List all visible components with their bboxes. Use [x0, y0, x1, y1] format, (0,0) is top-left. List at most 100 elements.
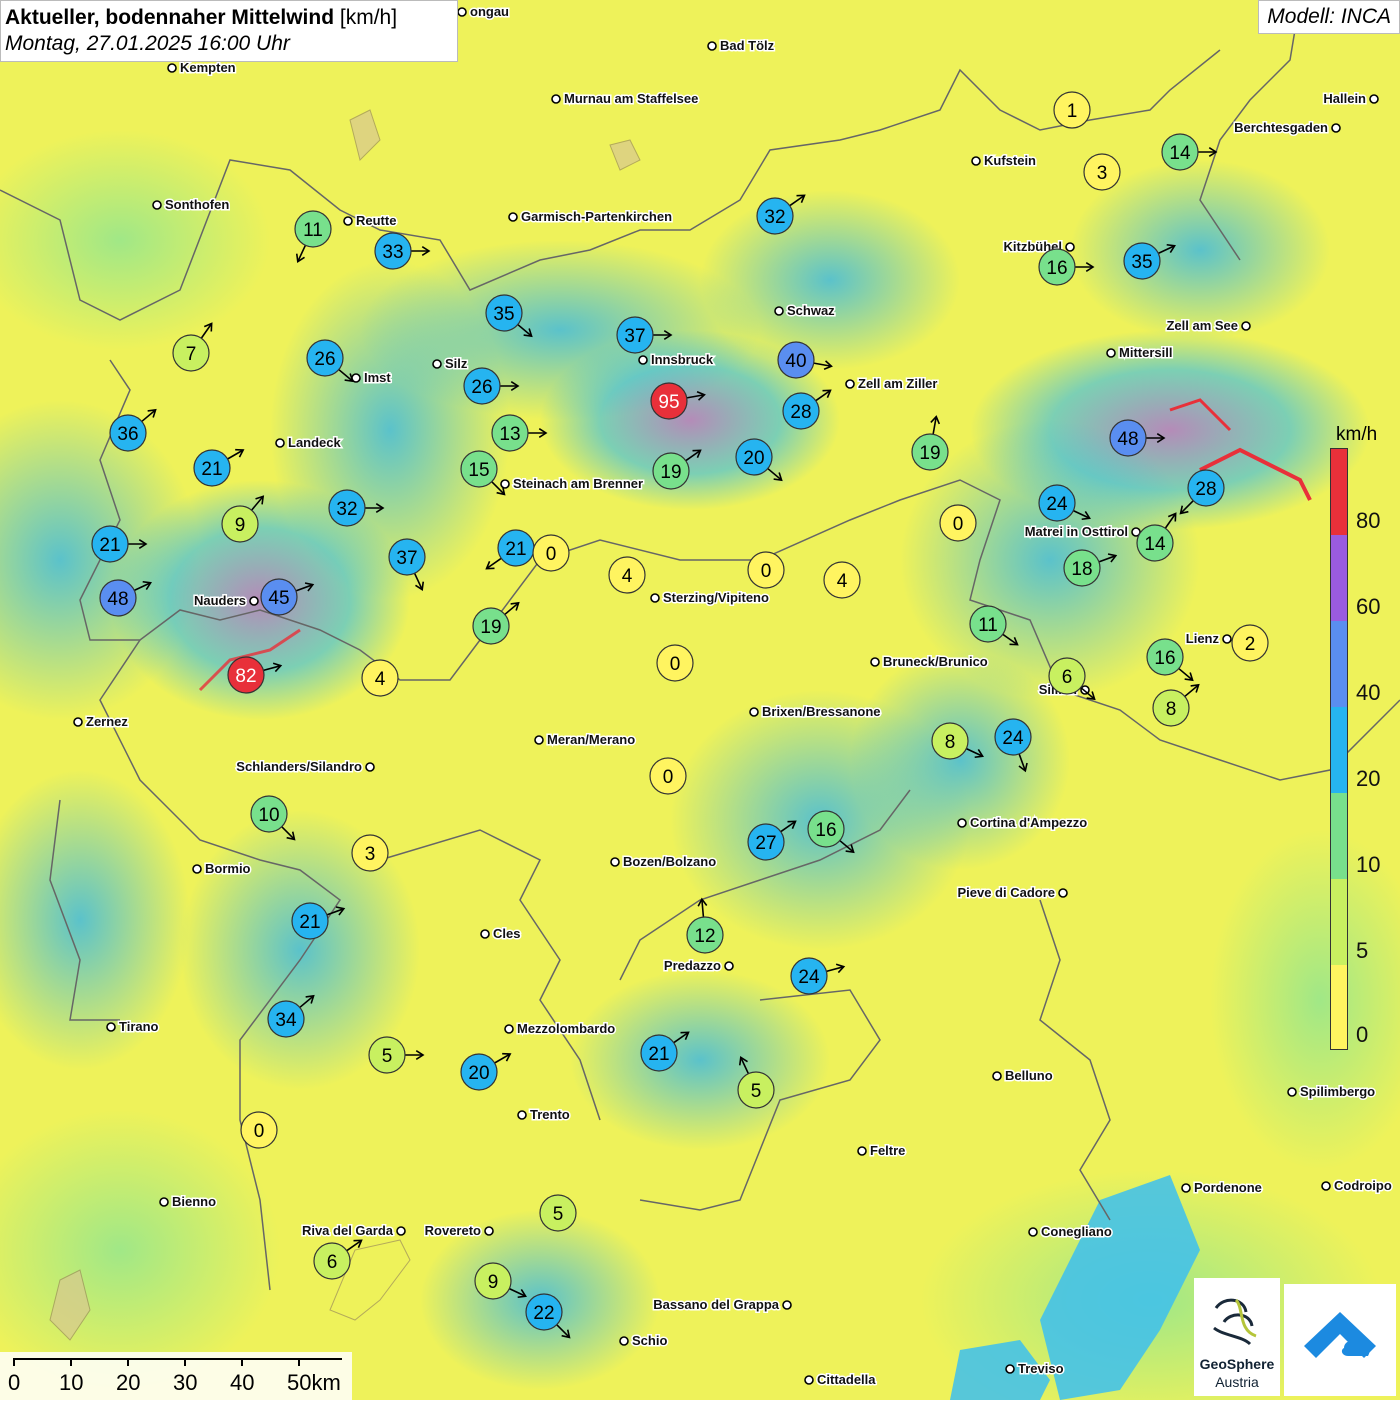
station-value: 9: [488, 1272, 499, 1293]
legend-label: 20: [1356, 766, 1381, 791]
station-value: 1: [1067, 101, 1078, 122]
legend-colorbar: [1330, 448, 1348, 1050]
city-dot: [152, 200, 162, 210]
legend-swatch: [1331, 535, 1347, 621]
logo-line1: GeoSphere: [1199, 1356, 1275, 1372]
station-value: 4: [622, 566, 633, 587]
city-marker: Pieve di Cadore: [956, 884, 1068, 902]
station-value: 0: [761, 561, 772, 582]
city-marker: Murnau am Staffelsee: [551, 90, 700, 108]
city-label: Pieve di Cadore: [957, 885, 1055, 900]
city-label: Cortina d'Ampezzo: [970, 815, 1087, 830]
station-value: 7: [186, 344, 197, 365]
wind-station[interactable]: 3: [351, 834, 389, 872]
city-label: Bormio: [205, 861, 251, 876]
city-label: Cles: [493, 926, 520, 941]
wind-station[interactable]: 0: [649, 757, 687, 795]
station-value: 18: [1071, 559, 1092, 580]
city-dot: [192, 864, 202, 874]
scale-tick: [127, 1358, 129, 1366]
city-dot: [619, 1336, 629, 1346]
wind-station[interactable]: 4: [608, 556, 646, 594]
city-label: Hallein: [1323, 91, 1366, 106]
city-dot: [484, 1226, 494, 1236]
city-label: Spilimbergo: [1300, 1084, 1375, 1099]
wind-station[interactable]: 0: [939, 504, 977, 542]
city-dot: [971, 156, 981, 166]
wind-station[interactable]: 4: [361, 659, 399, 697]
station-value: 13: [499, 424, 520, 445]
station-value: 16: [1046, 258, 1067, 279]
city-dot: [638, 355, 648, 365]
station-value: 21: [201, 459, 222, 480]
station-value: 35: [1131, 252, 1152, 273]
station-value: 21: [505, 539, 526, 560]
station-value: 5: [553, 1204, 564, 1225]
station-value: 0: [663, 767, 674, 788]
city-dot: [106, 1022, 116, 1032]
city-marker: Bassano del Grappa: [652, 1296, 792, 1314]
scale-label: 0: [8, 1370, 21, 1395]
station-value: 9: [235, 515, 246, 536]
city-marker: Schlanders/Silandro: [235, 758, 375, 776]
city-dot: [870, 657, 880, 667]
wind-station[interactable]: 1: [1053, 91, 1091, 129]
city-dot: [1241, 321, 1251, 331]
wind-station[interactable]: 2: [1231, 624, 1269, 662]
city-label: Riva del Garda: [302, 1223, 394, 1238]
city-label: Feltre: [870, 1143, 905, 1158]
legend-swatch: [1331, 621, 1347, 707]
city-dot: [804, 1375, 814, 1385]
city-marker: Sonthofen: [152, 196, 231, 214]
scale-label: 10: [59, 1370, 84, 1395]
city-dot: [534, 735, 544, 745]
city-label: Sterzing/Vipiteno: [663, 590, 769, 605]
station-value: 24: [1002, 728, 1024, 749]
wind-station[interactable]: 0: [240, 1111, 278, 1149]
city-dot: [957, 818, 967, 828]
city-label: Pordenone: [1194, 1180, 1262, 1195]
city-dot: [774, 306, 784, 316]
wind-station[interactable]: 5: [539, 1194, 577, 1232]
wind-station[interactable]: 0: [532, 534, 570, 572]
wind-station[interactable]: 3: [1083, 153, 1121, 191]
station-value: 4: [375, 669, 386, 690]
wind-station[interactable]: 4: [823, 561, 861, 599]
city-label: Zernez: [86, 714, 128, 729]
station-value: 22: [533, 1303, 554, 1324]
legend-swatch: [1331, 879, 1347, 965]
scale-tick: [241, 1358, 243, 1366]
city-label: Landeck: [288, 435, 342, 450]
legend: km/h 80 60 40 20 10 5 0: [1320, 420, 1400, 1060]
scale-tick: [70, 1358, 72, 1366]
title-main-text: Aktueller, bodennaher Mittelwind: [5, 6, 335, 29]
city-dot: [365, 762, 375, 772]
station-value: 11: [978, 615, 998, 636]
city-dot: [396, 1226, 406, 1236]
station-value: 45: [268, 588, 289, 609]
map-title: Aktueller, bodennaher Mittelwind [km/h]: [5, 5, 453, 31]
station-value: 8: [945, 732, 956, 753]
title-unit: [km/h]: [339, 6, 398, 29]
city-label: Schwaz: [787, 303, 835, 318]
legend-unit: km/h: [1336, 424, 1378, 445]
city-dot: [992, 1071, 1002, 1081]
legend-swatch: [1331, 965, 1347, 1049]
city-marker: Brixen/Bressanone: [749, 703, 882, 721]
station-value: 26: [314, 349, 335, 370]
city-marker: Berchtesgaden: [1233, 119, 1341, 137]
city-label: Matrei in Osttirol: [1025, 524, 1128, 539]
station-value: 28: [1195, 479, 1216, 500]
station-value: 32: [764, 207, 785, 228]
city-dot: [724, 961, 734, 971]
station-value: 35: [493, 304, 514, 325]
city-dot: [1331, 123, 1341, 133]
city-dot: [249, 596, 259, 606]
wind-station[interactable]: 0: [747, 551, 785, 589]
station-value: 24: [1046, 494, 1068, 515]
legend-label: 80: [1356, 508, 1381, 533]
wind-station[interactable]: 0: [656, 644, 694, 682]
city-dot: [782, 1300, 792, 1310]
city-dot: [1106, 348, 1116, 358]
city-label: Murnau am Staffelsee: [564, 91, 698, 106]
